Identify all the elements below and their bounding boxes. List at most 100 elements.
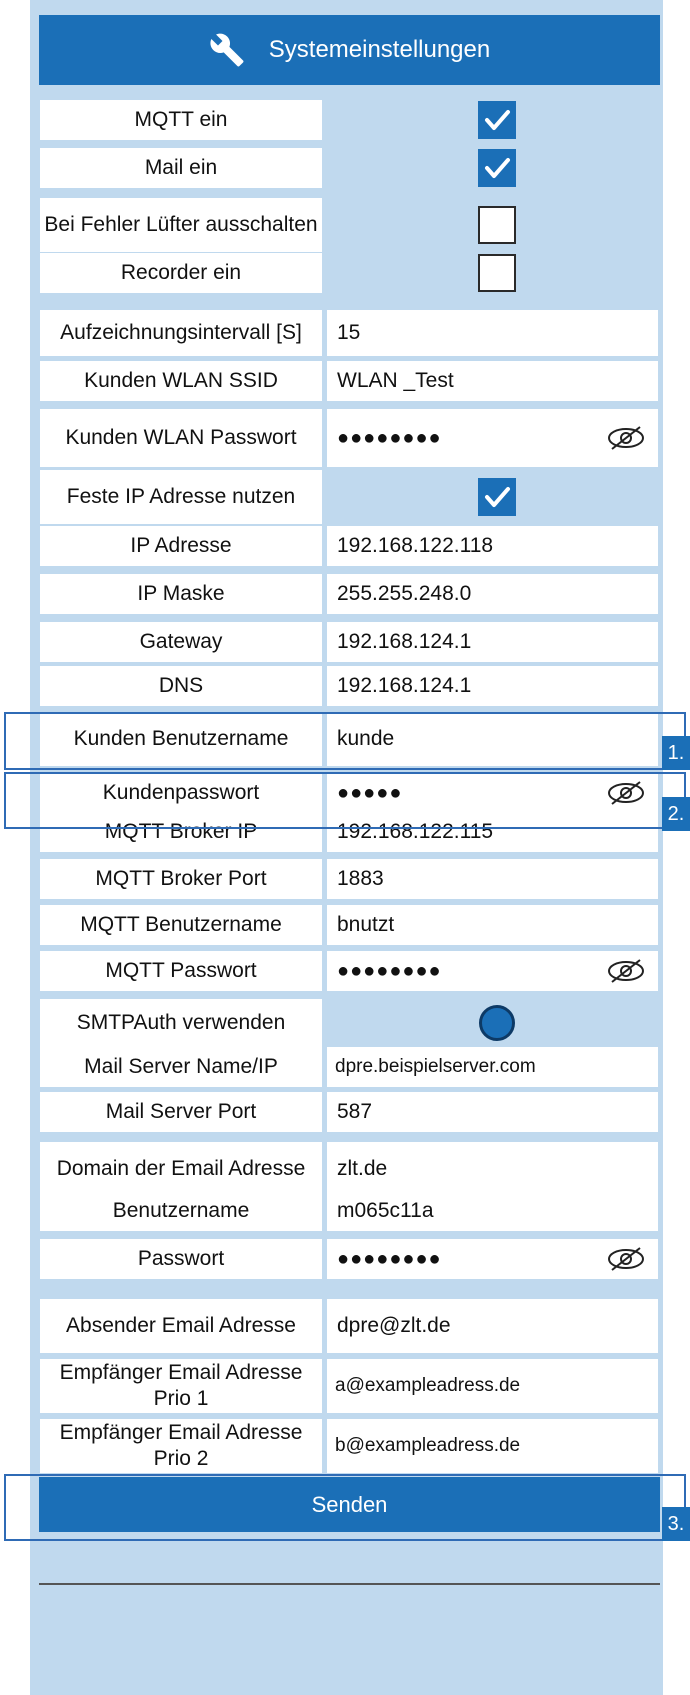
kunden-wlan-passwort-password-field[interactable]: ●●●●●●●● [327,409,658,467]
empfänger-email-adresse-prio-2-input[interactable]: b@exampleadress.de [327,1419,658,1473]
setting-label: Mail Server Name/IP [40,1047,322,1087]
checkmark-icon [485,487,510,507]
setting-label: Domain der Email Adresse [40,1142,322,1196]
field-value: b@exampleadress.de [335,1435,521,1456]
field-value: WLAN _Test [337,369,454,392]
callout-number-2: 2. [662,797,690,831]
dns-input[interactable]: 192.168.124.1 [327,666,658,706]
field-value: a@exampleadress.de [335,1375,521,1396]
hide-password-icon[interactable] [606,1246,646,1272]
setting-row-kunden-wlan-ssid: Kunden WLAN SSID WLAN _Test [40,361,660,401]
kunden-wlan-ssid-input[interactable]: WLAN _Test [327,361,658,401]
mqtt-ein-checkbox[interactable] [478,101,516,139]
setting-row-empfänger-email-adresse-prio-1: Empfänger Email Adresse Prio 1 a@examplea… [40,1359,660,1413]
field-value: zlt.de [337,1157,388,1180]
setting-row-benutzername: Benutzername m065c11a [40,1191,660,1231]
setting-row-mqtt-ein: MQTT ein [40,100,660,140]
setting-label: Absender Email Adresse [40,1299,322,1353]
setting-label: DNS [40,666,322,706]
callout-number-1: 1. [662,736,690,770]
setting-row-aufzeichnungsintervall-s: Aufzeichnungsintervall [S] 15 [40,310,660,356]
setting-label: SMTPAuth verwenden [40,999,322,1047]
field-value: 587 [337,1100,373,1123]
benutzername-input[interactable]: m065c11a [327,1191,658,1231]
field-value: 255.255.248.0 [337,582,472,605]
recorder-ein-checkbox[interactable] [478,254,516,292]
setting-row-domain-der-email-adresse: Domain der Email Adresse zlt.de [40,1142,660,1196]
setting-row-mail-server-port: Mail Server Port 587 [40,1092,660,1132]
checkmark-icon [485,158,510,178]
setting-label: MQTT ein [40,100,322,140]
aufzeichnungsintervall-s-input[interactable]: 15 [327,310,658,356]
setting-row-passwort: Passwort ●●●●●●●● [40,1239,660,1279]
empfänger-email-adresse-prio-1-input[interactable]: a@exampleadress.de [327,1359,658,1413]
ip-adresse-input[interactable]: 192.168.122.118 [327,526,658,566]
setting-label: IP Maske [40,574,322,614]
callout-box-1 [4,712,686,770]
setting-row-ip-adresse: IP Adresse 192.168.122.118 [40,526,660,566]
setting-label: Gateway [40,622,322,662]
field-value: dpre@zlt.de [337,1314,451,1337]
setting-label: Empfänger Email Adresse Prio 2 [40,1419,322,1473]
setting-row-bei-fehler-lüfter-ausschalten: Bei Fehler Lüfter ausschalten [40,198,660,252]
hide-password-icon[interactable] [606,958,646,984]
setting-label: MQTT Benutzername [40,905,322,945]
setting-label: Kunden WLAN SSID [40,361,322,401]
setting-row-mqtt-broker-port: MQTT Broker Port 1883 [40,859,660,899]
setting-row-ip-maske: IP Maske 255.255.248.0 [40,574,660,614]
setting-label: Empfänger Email Adresse Prio 1 [40,1359,322,1413]
setting-label: Recorder ein [40,253,322,293]
mail-ein-checkbox[interactable] [478,149,516,187]
setting-label: IP Adresse [40,526,322,566]
setting-row-feste-ip-adresse-nutzen: Feste IP Adresse nutzen [40,470,660,524]
setting-label: Mail ein [40,148,322,188]
checkmark-icon [485,110,510,130]
hide-password-icon[interactable] [606,425,646,451]
setting-label: Kunden WLAN Passwort [40,409,322,467]
callout-number-3: 3. [662,1507,690,1541]
mqtt-broker-port-input[interactable]: 1883 [327,859,658,899]
setting-label: MQTT Broker Port [40,859,322,899]
divider [39,1583,660,1585]
mqtt-benutzername-input[interactable]: bnutzt [327,905,658,945]
passwort-password-field[interactable]: ●●●●●●●● [327,1239,658,1279]
ip-maske-input[interactable]: 255.255.248.0 [327,574,658,614]
field-value: 192.168.124.1 [337,674,472,697]
settings-header: Systemeinstellungen [39,15,660,85]
field-value: dpre.beispielserver.com [335,1056,536,1077]
field-value: 1883 [337,867,384,890]
setting-row-kunden-wlan-passwort: Kunden WLAN Passwort ●●●●●●●● [40,409,660,467]
setting-row-recorder-ein: Recorder ein [40,253,660,293]
setting-row-empfänger-email-adresse-prio-2: Empfänger Email Adresse Prio 2 b@examplea… [40,1419,660,1473]
smtpauth-verwenden-radio[interactable] [479,1005,515,1041]
field-value: 192.168.124.1 [337,630,472,653]
setting-label: Passwort [40,1239,322,1279]
setting-label: Aufzeichnungsintervall [S] [40,310,322,356]
field-value: ●●●●●●●● [337,426,442,449]
setting-row-absender-email-adresse: Absender Email Adresse dpre@zlt.de [40,1299,660,1353]
field-value: bnutzt [337,913,395,936]
callout-box-2 [4,772,686,829]
send-button[interactable]: Senden [39,1477,660,1532]
mqtt-passwort-password-field[interactable]: ●●●●●●●● [327,951,658,991]
setting-row-mail-ein: Mail ein [40,148,660,188]
page-title: Systemeinstellungen [268,36,491,63]
field-value: m065c11a [337,1199,434,1222]
domain-der-email-adresse-input[interactable]: zlt.de [327,1142,658,1196]
absender-email-adresse-input[interactable]: dpre@zlt.de [327,1299,658,1353]
field-value: ●●●●●●●● [337,959,442,982]
setting-row-gateway: Gateway 192.168.124.1 [40,622,660,662]
gateway-input[interactable]: 192.168.124.1 [327,622,658,662]
field-value: ●●●●●●●● [337,1247,442,1270]
field-value: 15 [337,321,361,344]
setting-row-mqtt-benutzername: MQTT Benutzername bnutzt [40,905,660,945]
setting-label: MQTT Passwort [40,951,322,991]
setting-row-smtpauth-verwenden: SMTPAuth verwenden [40,999,660,1047]
wrench-icon [210,33,244,67]
mail-server-port-input[interactable]: 587 [327,1092,658,1132]
bei-fehler-lüfter-ausschalten-checkbox[interactable] [478,206,516,244]
feste-ip-adresse-nutzen-checkbox[interactable] [478,478,516,516]
setting-row-mail-server-name-ip: Mail Server Name/IP dpre.beispielserver.c… [40,1047,660,1087]
mail-server-name-ip-input[interactable]: dpre.beispielserver.com [327,1047,658,1087]
setting-row-dns: DNS 192.168.124.1 [40,666,660,706]
